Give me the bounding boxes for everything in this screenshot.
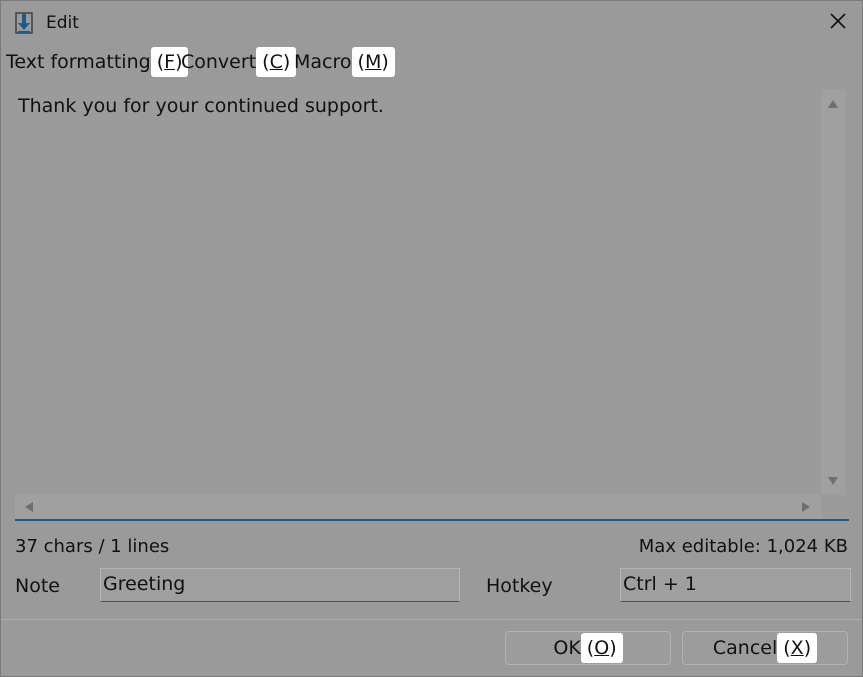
- cancel-button[interactable]: Cancel (X): [682, 631, 848, 665]
- accelerator-badge: (M): [351, 47, 395, 77]
- title-bar: Edit: [1, 1, 862, 45]
- hotkey-input[interactable]: Ctrl + 1: [620, 568, 851, 602]
- editor-content[interactable]: Thank you for your continued support.: [18, 95, 384, 117]
- accelerator-badge: (O): [580, 633, 623, 663]
- scroll-left-icon[interactable]: [25, 502, 33, 512]
- scroll-up-icon[interactable]: [828, 100, 838, 108]
- menu-convert[interactable]: Convert (C): [181, 45, 297, 79]
- char-line-count: 37 chars / 1 lines: [15, 536, 170, 557]
- download-arrow-icon: [15, 12, 33, 34]
- window-title: Edit: [46, 13, 79, 33]
- accelerator-badge: (X): [777, 633, 818, 663]
- text-editor[interactable]: Thank you for your continued support.: [15, 89, 849, 521]
- accelerator-badge: (C): [256, 47, 297, 77]
- menu-macro[interactable]: Macro (M): [294, 45, 395, 79]
- note-label: Note: [15, 575, 60, 597]
- hotkey-label: Hotkey: [486, 575, 553, 597]
- edit-dialog: Edit Text formatting (F) Convert (C) Macro…: [0, 0, 863, 677]
- menu-bar: Text formatting (F) Convert (C) Macro (M): [1, 45, 862, 79]
- horizontal-scrollbar[interactable]: [15, 495, 821, 519]
- scroll-right-icon[interactable]: [802, 502, 810, 512]
- menu-label: Text formatting: [6, 51, 151, 73]
- vertical-scrollbar[interactable]: [821, 89, 845, 495]
- menu-label: Convert: [181, 51, 257, 73]
- note-input[interactable]: Greeting: [100, 568, 460, 602]
- scroll-down-icon[interactable]: [828, 477, 838, 485]
- ok-label: OK: [553, 637, 581, 659]
- max-editable-size: Max editable: 1,024 KB: [638, 536, 848, 557]
- close-icon: [829, 12, 847, 34]
- close-button[interactable]: [823, 9, 853, 37]
- menu-text-formatting[interactable]: Text formatting (F): [6, 45, 189, 79]
- footer-divider: [1, 619, 862, 620]
- ok-button[interactable]: OK (O): [505, 631, 671, 665]
- menu-label: Macro: [294, 51, 352, 73]
- cancel-label: Cancel: [712, 637, 778, 659]
